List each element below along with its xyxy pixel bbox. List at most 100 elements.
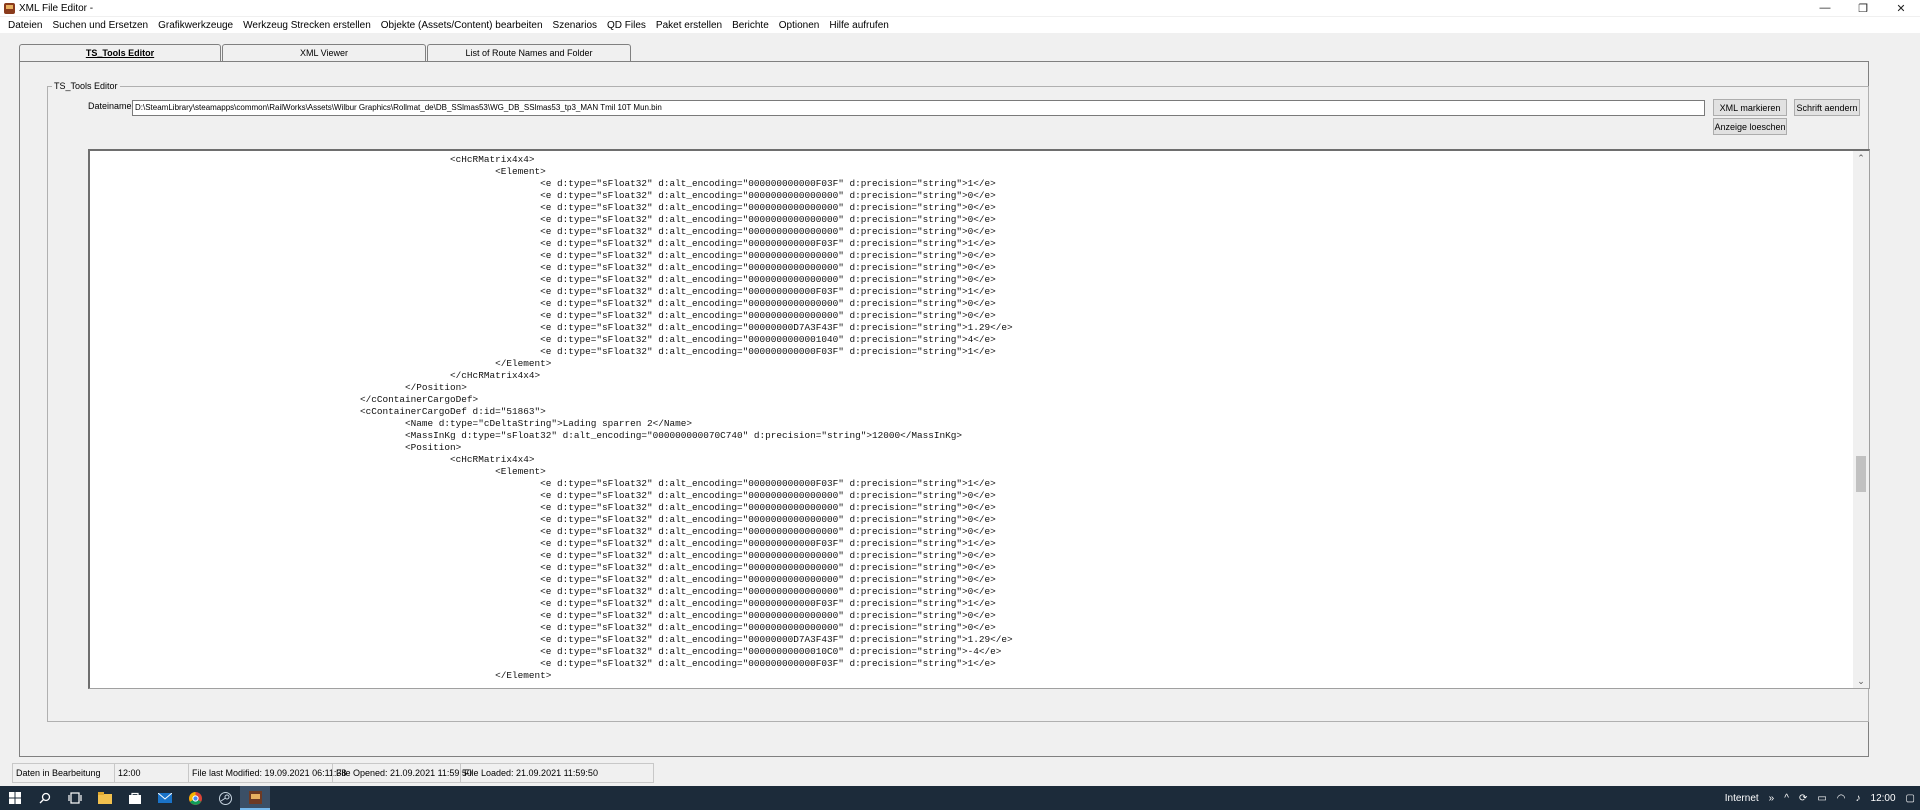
code-line: <cHcRMatrix4x4> [90,154,535,165]
code-line: <e d:type="sFloat32" d:alt_encoding="000… [90,598,996,609]
menu-grafikwerkzeuge[interactable]: Grafikwerkzeuge [153,20,238,31]
taskbar: Internet » ^ ⟳ ▭ ◠ ♪ 12:00 ▢ [0,786,1920,810]
menu-szenarios[interactable]: Szenarios [548,20,602,31]
menu-strecken-erstellen[interactable]: Werkzeug Strecken erstellen [238,20,376,31]
status-file-opened: File Opened: 21.09.2021 11:59:50 [332,763,472,783]
xml-editor-icon[interactable] [240,786,270,810]
volume-icon[interactable]: ♪ [1851,793,1866,804]
code-line: <Element> [90,466,546,477]
network-label[interactable]: Internet [1720,793,1764,804]
code-line: <e d:type="sFloat32" d:alt_encoding="000… [90,574,996,585]
steam-icon[interactable] [210,786,240,810]
code-line: <cHcRMatrix4x4> [90,454,535,465]
scrollbar-thumb[interactable] [1856,456,1866,492]
tray-arrow-up-icon[interactable]: ^ [1779,793,1794,804]
store-icon[interactable] [120,786,150,810]
code-line: <e d:type="sFloat32" d:alt_encoding="000… [90,634,1013,645]
code-line: <e d:type="sFloat32" d:alt_encoding="000… [90,622,996,633]
code-line: <e d:type="sFloat32" d:alt_encoding="000… [90,646,1002,657]
groupbox-legend: TS_Tools Editor [52,81,120,91]
anzeige-loeschen-button[interactable]: Anzeige loeschen [1713,118,1787,135]
tab-strip: TS_Tools Editor XML Viewer List of Route… [19,44,632,61]
status-bar: Daten in Bearbeitung 12:00 File last Mod… [12,763,654,783]
code-line: <e d:type="sFloat32" d:alt_encoding="000… [90,286,996,297]
code-line: <e d:type="sFloat32" d:alt_encoding="000… [90,526,996,537]
clock[interactable]: 12:00 [1866,793,1901,804]
code-line: <e d:type="sFloat32" d:alt_encoding="000… [90,586,996,597]
xml-markieren-button[interactable]: XML markieren [1713,99,1787,116]
minimize-button[interactable]: — [1806,0,1844,16]
wifi-icon[interactable]: ◠ [1832,793,1851,804]
code-line: <e d:type="sFloat32" d:alt_encoding="000… [90,514,996,525]
menu-paket-erstellen[interactable]: Paket erstellen [651,20,727,31]
code-line: </Element> [90,670,552,681]
notification-icon[interactable]: ▢ [1901,793,1920,804]
tab-route-names[interactable]: List of Route Names and Folder [427,44,631,61]
status-last-modified: File last Modified: 19.09.2021 06:11:38 [188,763,346,783]
restore-button[interactable]: ❐ [1844,0,1882,16]
code-line: <e d:type="sFloat32" d:alt_encoding="000… [90,550,996,561]
code-line: <e d:type="sFloat32" d:alt_encoding="000… [90,238,996,249]
code-line: <e d:type="sFloat32" d:alt_encoding="000… [90,226,996,237]
menu-dateien[interactable]: Dateien [3,20,47,31]
menu-qd-files[interactable]: QD Files [602,20,651,31]
code-line: <e d:type="sFloat32" d:alt_encoding="000… [90,502,996,513]
menu-hilfe[interactable]: Hilfe aufrufen [824,20,893,31]
code-line: <Name d:type="cDeltaString">Lading sparr… [90,418,692,429]
filename-field[interactable]: D:\SteamLibrary\steamapps\common\RailWor… [132,100,1705,116]
status-time: 12:00 [114,763,188,783]
xml-code-content: <cHcRMatrix4x4> <Element> <e d:type="sFl… [90,154,1855,682]
schrift-aendern-button[interactable]: Schrift aendern [1794,99,1860,116]
system-tray: Internet » ^ ⟳ ▭ ◠ ♪ 12:00 ▢ [1720,786,1920,810]
code-line: <e d:type="sFloat32" d:alt_encoding="000… [90,178,996,189]
battery-icon[interactable]: ▭ [1812,793,1831,804]
tab-ts-tools-editor[interactable]: TS_Tools Editor [19,44,221,61]
code-line: </cContainerCargoDef> [90,394,479,405]
close-button[interactable]: ✕ [1882,0,1920,16]
menu-bar: Dateien Suchen und Ersetzen Grafikwerkze… [0,17,1920,33]
code-line: <Element> [90,166,546,177]
title-bar: XML File Editor - — ❐ ✕ [0,0,1920,16]
code-line: <e d:type="sFloat32" d:alt_encoding="000… [90,334,996,345]
code-line: </Position> [90,382,467,393]
scroll-down-icon[interactable]: ⌄ [1853,674,1869,688]
windows-start-icon[interactable] [0,786,30,810]
code-line: <e d:type="sFloat32" d:alt_encoding="000… [90,538,996,549]
code-line: <e d:type="sFloat32" d:alt_encoding="000… [90,610,996,621]
menu-optionen[interactable]: Optionen [774,20,825,31]
code-line: <e d:type="sFloat32" d:alt_encoding="000… [90,478,996,489]
code-line: <e d:type="sFloat32" d:alt_encoding="000… [90,346,996,357]
xml-text-editor[interactable]: <cHcRMatrix4x4> <Element> <e d:type="sFl… [88,149,1870,689]
code-line: <e d:type="sFloat32" d:alt_encoding="000… [90,274,996,285]
code-line: <e d:type="sFloat32" d:alt_encoding="000… [90,202,996,213]
code-line: <MassInKg d:type="sFloat32" d:alt_encodi… [90,430,963,441]
app-icon [4,2,15,14]
code-line: <e d:type="sFloat32" d:alt_encoding="000… [90,214,996,225]
code-line: <e d:type="sFloat32" d:alt_encoding="000… [90,490,996,501]
file-explorer-icon[interactable] [90,786,120,810]
code-line: <e d:type="sFloat32" d:alt_encoding="000… [90,310,996,321]
code-line: <Position> [90,442,462,453]
tray-sync-icon[interactable]: ⟳ [1794,793,1812,804]
window-title: XML File Editor - [19,2,94,14]
code-line: <e d:type="sFloat32" d:alt_encoding="000… [90,262,996,273]
code-line: </Element> [90,358,552,369]
mail-icon[interactable] [150,786,180,810]
code-line: <e d:type="sFloat32" d:alt_encoding="000… [90,250,996,261]
tray-chevron-icon[interactable]: » [1764,793,1780,804]
scroll-up-icon[interactable]: ⌃ [1853,151,1869,165]
filename-label: Dateiname: [88,101,135,111]
menu-objekte-bearbeiten[interactable]: Objekte (Assets/Content) bearbeiten [376,20,548,31]
search-icon[interactable] [30,786,60,810]
code-line: <e d:type="sFloat32" d:alt_encoding="000… [90,322,1013,333]
status-file-loaded: File Loaded: 21.09.2021 11:59:50 [460,763,654,783]
code-line: <e d:type="sFloat32" d:alt_encoding="000… [90,190,996,201]
menu-suchen-ersetzen[interactable]: Suchen und Ersetzen [47,20,153,31]
vertical-scrollbar[interactable]: ⌃ ⌄ [1853,151,1869,688]
tab-xml-viewer[interactable]: XML Viewer [222,44,426,61]
code-line: <e d:type="sFloat32" d:alt_encoding="000… [90,298,996,309]
task-view-icon[interactable] [60,786,90,810]
chrome-icon[interactable] [180,786,210,810]
menu-berichte[interactable]: Berichte [727,20,774,31]
code-line: </cHcRMatrix4x4> [90,370,541,381]
